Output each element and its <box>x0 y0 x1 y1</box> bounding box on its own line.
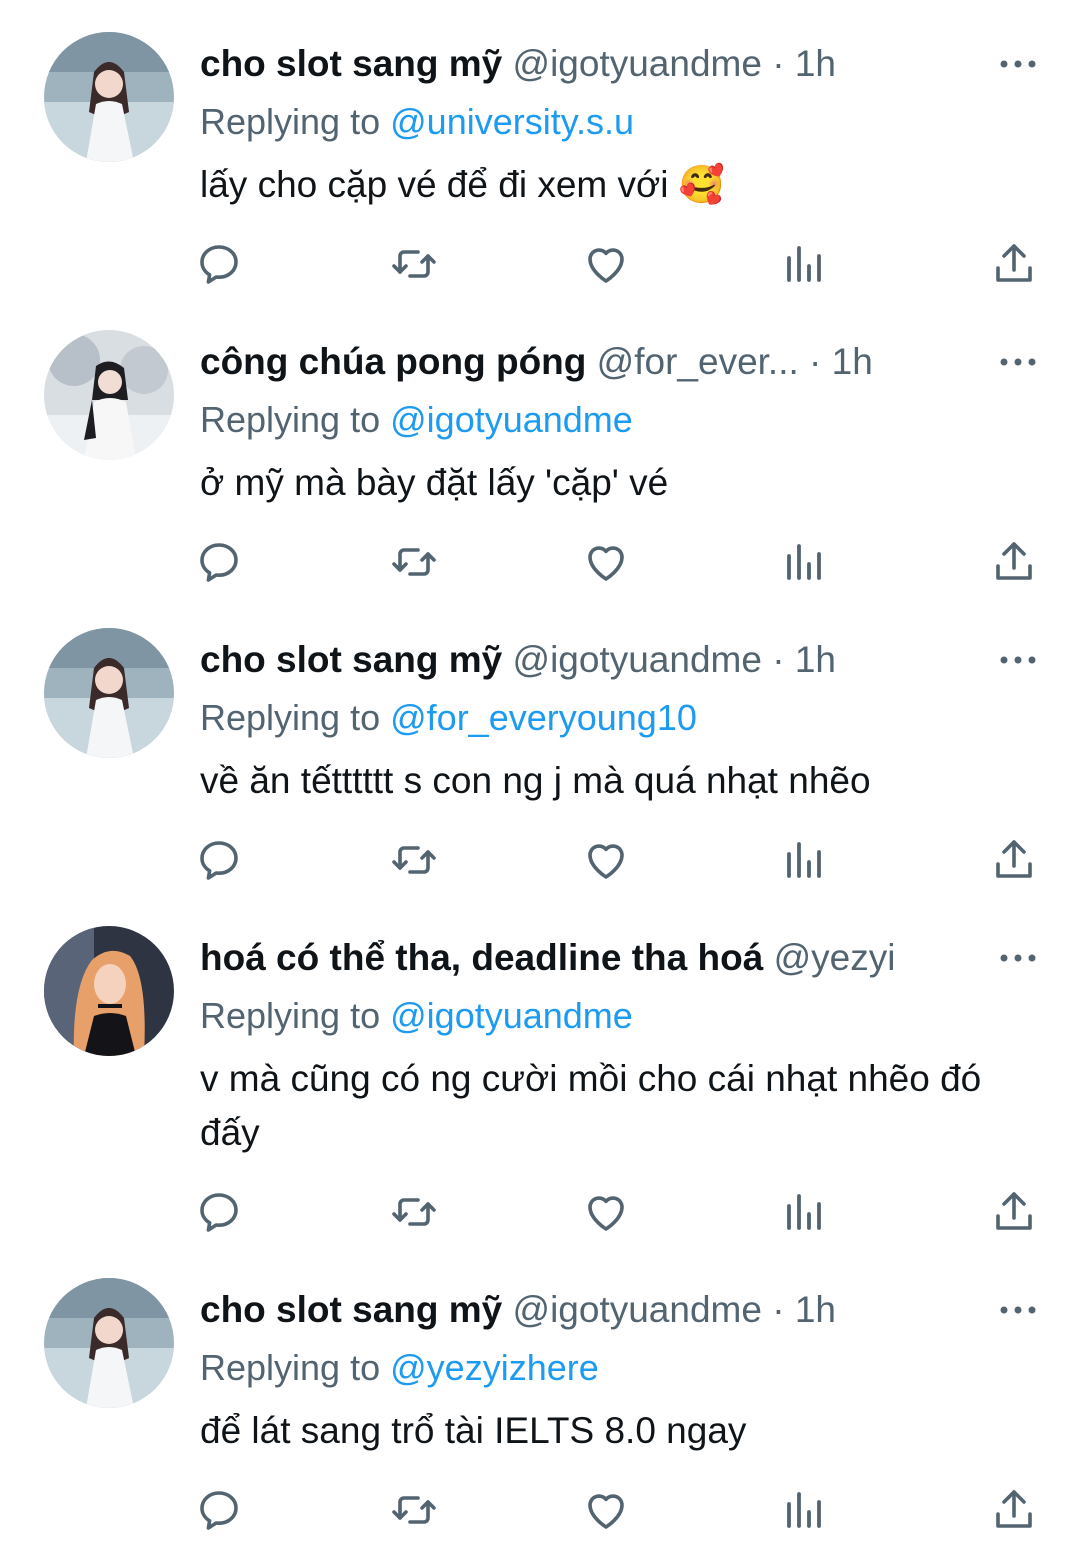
replying-to: Replying to @igotyuandme <box>200 398 633 442</box>
reply-icon[interactable] <box>195 538 243 586</box>
separator-dot: · <box>772 1289 785 1330</box>
share-icon[interactable] <box>990 538 1038 586</box>
tweet[interactable]: cho slot sang mỹ @igotyuandme · 1h Reply… <box>0 0 1080 298</box>
display-name[interactable]: hoá có thể tha, deadline tha hoá <box>200 937 763 978</box>
user-handle[interactable]: @igotyuandme <box>513 639 762 680</box>
retweet-icon[interactable] <box>390 240 438 288</box>
replying-to: Replying to @university.s.u <box>200 100 634 144</box>
mention-link[interactable]: @yezyizhere <box>390 1347 599 1388</box>
views-icon[interactable] <box>779 240 827 288</box>
like-icon[interactable] <box>582 836 630 884</box>
share-icon[interactable] <box>990 1486 1038 1534</box>
views-icon[interactable] <box>779 1486 827 1534</box>
replying-to: Replying to @yezyizhere <box>200 1346 599 1390</box>
views-icon[interactable] <box>779 836 827 884</box>
more-icon[interactable] <box>998 56 1038 72</box>
share-icon[interactable] <box>990 836 1038 884</box>
timestamp[interactable]: 1h <box>795 639 836 680</box>
tweet-text: về ăn tếtttttt s con ng j mà quá nhạt nh… <box>200 760 871 801</box>
tweet[interactable]: công chúa pong póng @for_ever... · 1h Re… <box>0 298 1080 596</box>
like-icon[interactable] <box>582 240 630 288</box>
more-icon[interactable] <box>998 354 1038 370</box>
reply-icon[interactable] <box>195 836 243 884</box>
mention-link[interactable]: @for_everyoung10 <box>390 697 697 738</box>
user-handle[interactable]: @igotyuandme <box>513 43 762 84</box>
mention-link[interactable]: @igotyuandme <box>390 399 633 440</box>
action-bar <box>0 1188 1080 1238</box>
views-icon[interactable] <box>779 1188 827 1236</box>
display-name[interactable]: công chúa pong póng <box>200 341 586 382</box>
avatar[interactable] <box>44 330 174 460</box>
mention-link[interactable]: @university.s.u <box>390 101 634 142</box>
user-handle[interactable]: @igotyuandme <box>513 1289 762 1330</box>
retweet-icon[interactable] <box>390 538 438 586</box>
retweet-icon[interactable] <box>390 836 438 884</box>
reply-icon[interactable] <box>195 240 243 288</box>
tweet-text: ở mỹ mà bày đặt lấy 'cặp' vé <box>200 462 669 503</box>
avatar[interactable] <box>44 628 174 758</box>
action-bar <box>0 538 1080 588</box>
more-icon[interactable] <box>998 950 1038 966</box>
tweet-text: v mà cũng có ng cười mồi cho cái nhạt nh… <box>200 1058 982 1153</box>
user-handle[interactable]: @yezyi <box>774 937 896 978</box>
display-name[interactable]: cho slot sang mỹ <box>200 1289 502 1330</box>
replying-to-label: Replying to <box>200 399 381 440</box>
tweet[interactable]: cho slot sang mỹ @igotyuandme · 1h Reply… <box>0 1246 1080 1567</box>
tweet-text: để lát sang trổ tài IELTS 8.0 ngay <box>200 1410 747 1451</box>
like-icon[interactable] <box>582 1188 630 1236</box>
more-icon[interactable] <box>998 652 1038 668</box>
like-icon[interactable] <box>582 1486 630 1534</box>
avatar[interactable] <box>44 1278 174 1408</box>
retweet-icon[interactable] <box>390 1486 438 1534</box>
more-icon[interactable] <box>998 1302 1038 1318</box>
share-icon[interactable] <box>990 240 1038 288</box>
retweet-icon[interactable] <box>390 1188 438 1236</box>
avatar[interactable] <box>44 926 174 1056</box>
reply-icon[interactable] <box>195 1188 243 1236</box>
action-bar <box>0 1486 1080 1536</box>
share-icon[interactable] <box>990 1188 1038 1236</box>
mention-link[interactable]: @igotyuandme <box>390 995 633 1036</box>
reply-icon[interactable] <box>195 1486 243 1534</box>
separator-dot: · <box>772 43 785 84</box>
avatar[interactable] <box>44 32 174 162</box>
tweet[interactable]: cho slot sang mỹ @igotyuandme · 1h Reply… <box>0 596 1080 894</box>
replying-to-label: Replying to <box>200 101 381 142</box>
display-name[interactable]: cho slot sang mỹ <box>200 43 502 84</box>
timestamp[interactable]: 1h <box>832 341 873 382</box>
display-name[interactable]: cho slot sang mỹ <box>200 639 502 680</box>
tweet[interactable]: hoá có thể tha, deadline tha hoá @yezyi … <box>0 894 1080 1246</box>
action-bar <box>0 240 1080 290</box>
timestamp[interactable]: 1h <box>795 1289 836 1330</box>
separator-dot: · <box>772 639 785 680</box>
tweet-text: lấy cho cặp vé để đi xem với 🥰 <box>200 164 725 205</box>
replying-to: Replying to @igotyuandme <box>200 994 633 1038</box>
action-bar <box>0 836 1080 886</box>
like-icon[interactable] <box>582 538 630 586</box>
user-handle[interactable]: @for_ever... <box>597 341 799 382</box>
replying-to: Replying to @for_everyoung10 <box>200 696 697 740</box>
replying-to-label: Replying to <box>200 1347 381 1388</box>
replying-to-label: Replying to <box>200 995 381 1036</box>
replying-to-label: Replying to <box>200 697 381 738</box>
views-icon[interactable] <box>779 538 827 586</box>
timestamp[interactable]: 1h <box>795 43 836 84</box>
separator-dot: · <box>809 341 822 382</box>
